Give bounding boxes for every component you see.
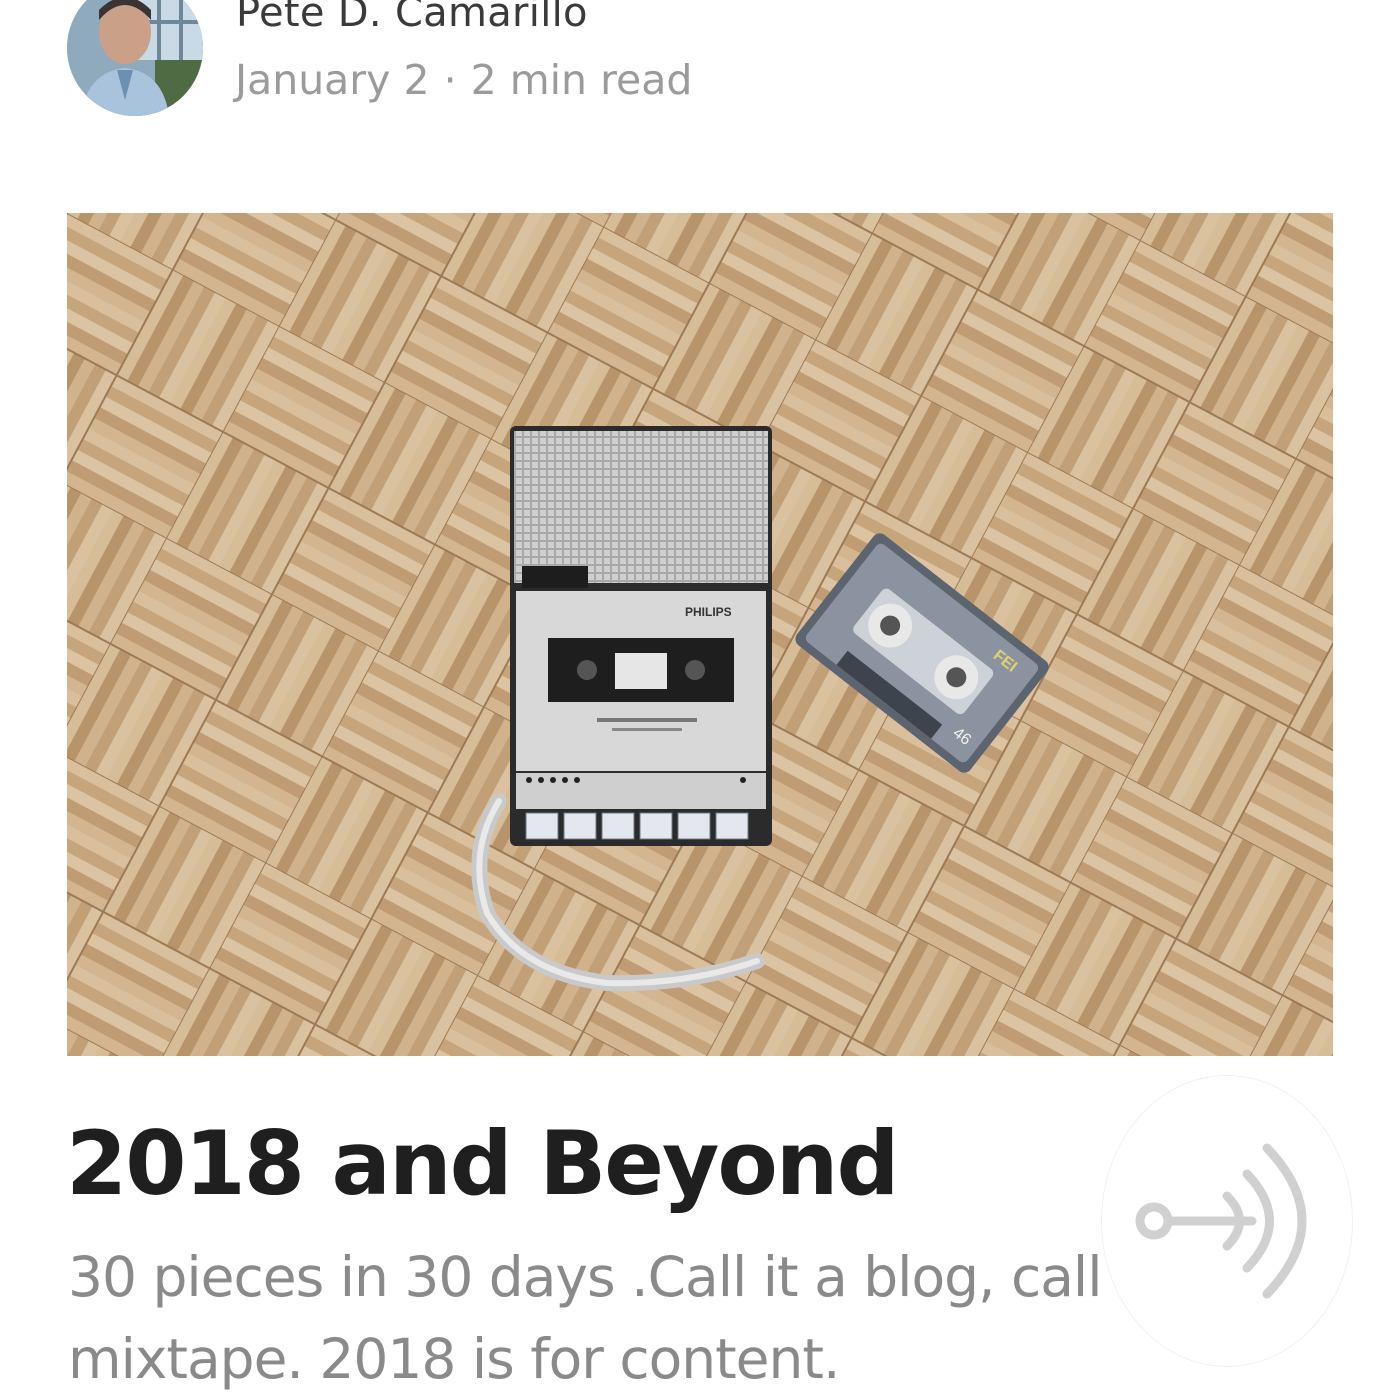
post-meta: January 2 · 2 min read	[235, 56, 692, 104]
read-time: 2 min read	[470, 56, 693, 104]
podcast-icon	[1135, 1143, 1307, 1299]
podcast-badge[interactable]	[1102, 1076, 1352, 1366]
author-name[interactable]: Pete D. Camarillo	[236, 0, 588, 36]
article-title[interactable]: 2018 and Beyond	[66, 1112, 899, 1215]
article-preview: Pete D. Camarillo January 2 · 2 min read	[0, 0, 1400, 1400]
meta-separator: ·	[443, 56, 457, 104]
post-date: January 2	[235, 56, 430, 104]
author-avatar[interactable]	[67, 0, 203, 116]
hero-image[interactable]: PHILIPS FEI 46	[67, 213, 1333, 1056]
recorder-brand: PHILIPS	[685, 605, 732, 619]
